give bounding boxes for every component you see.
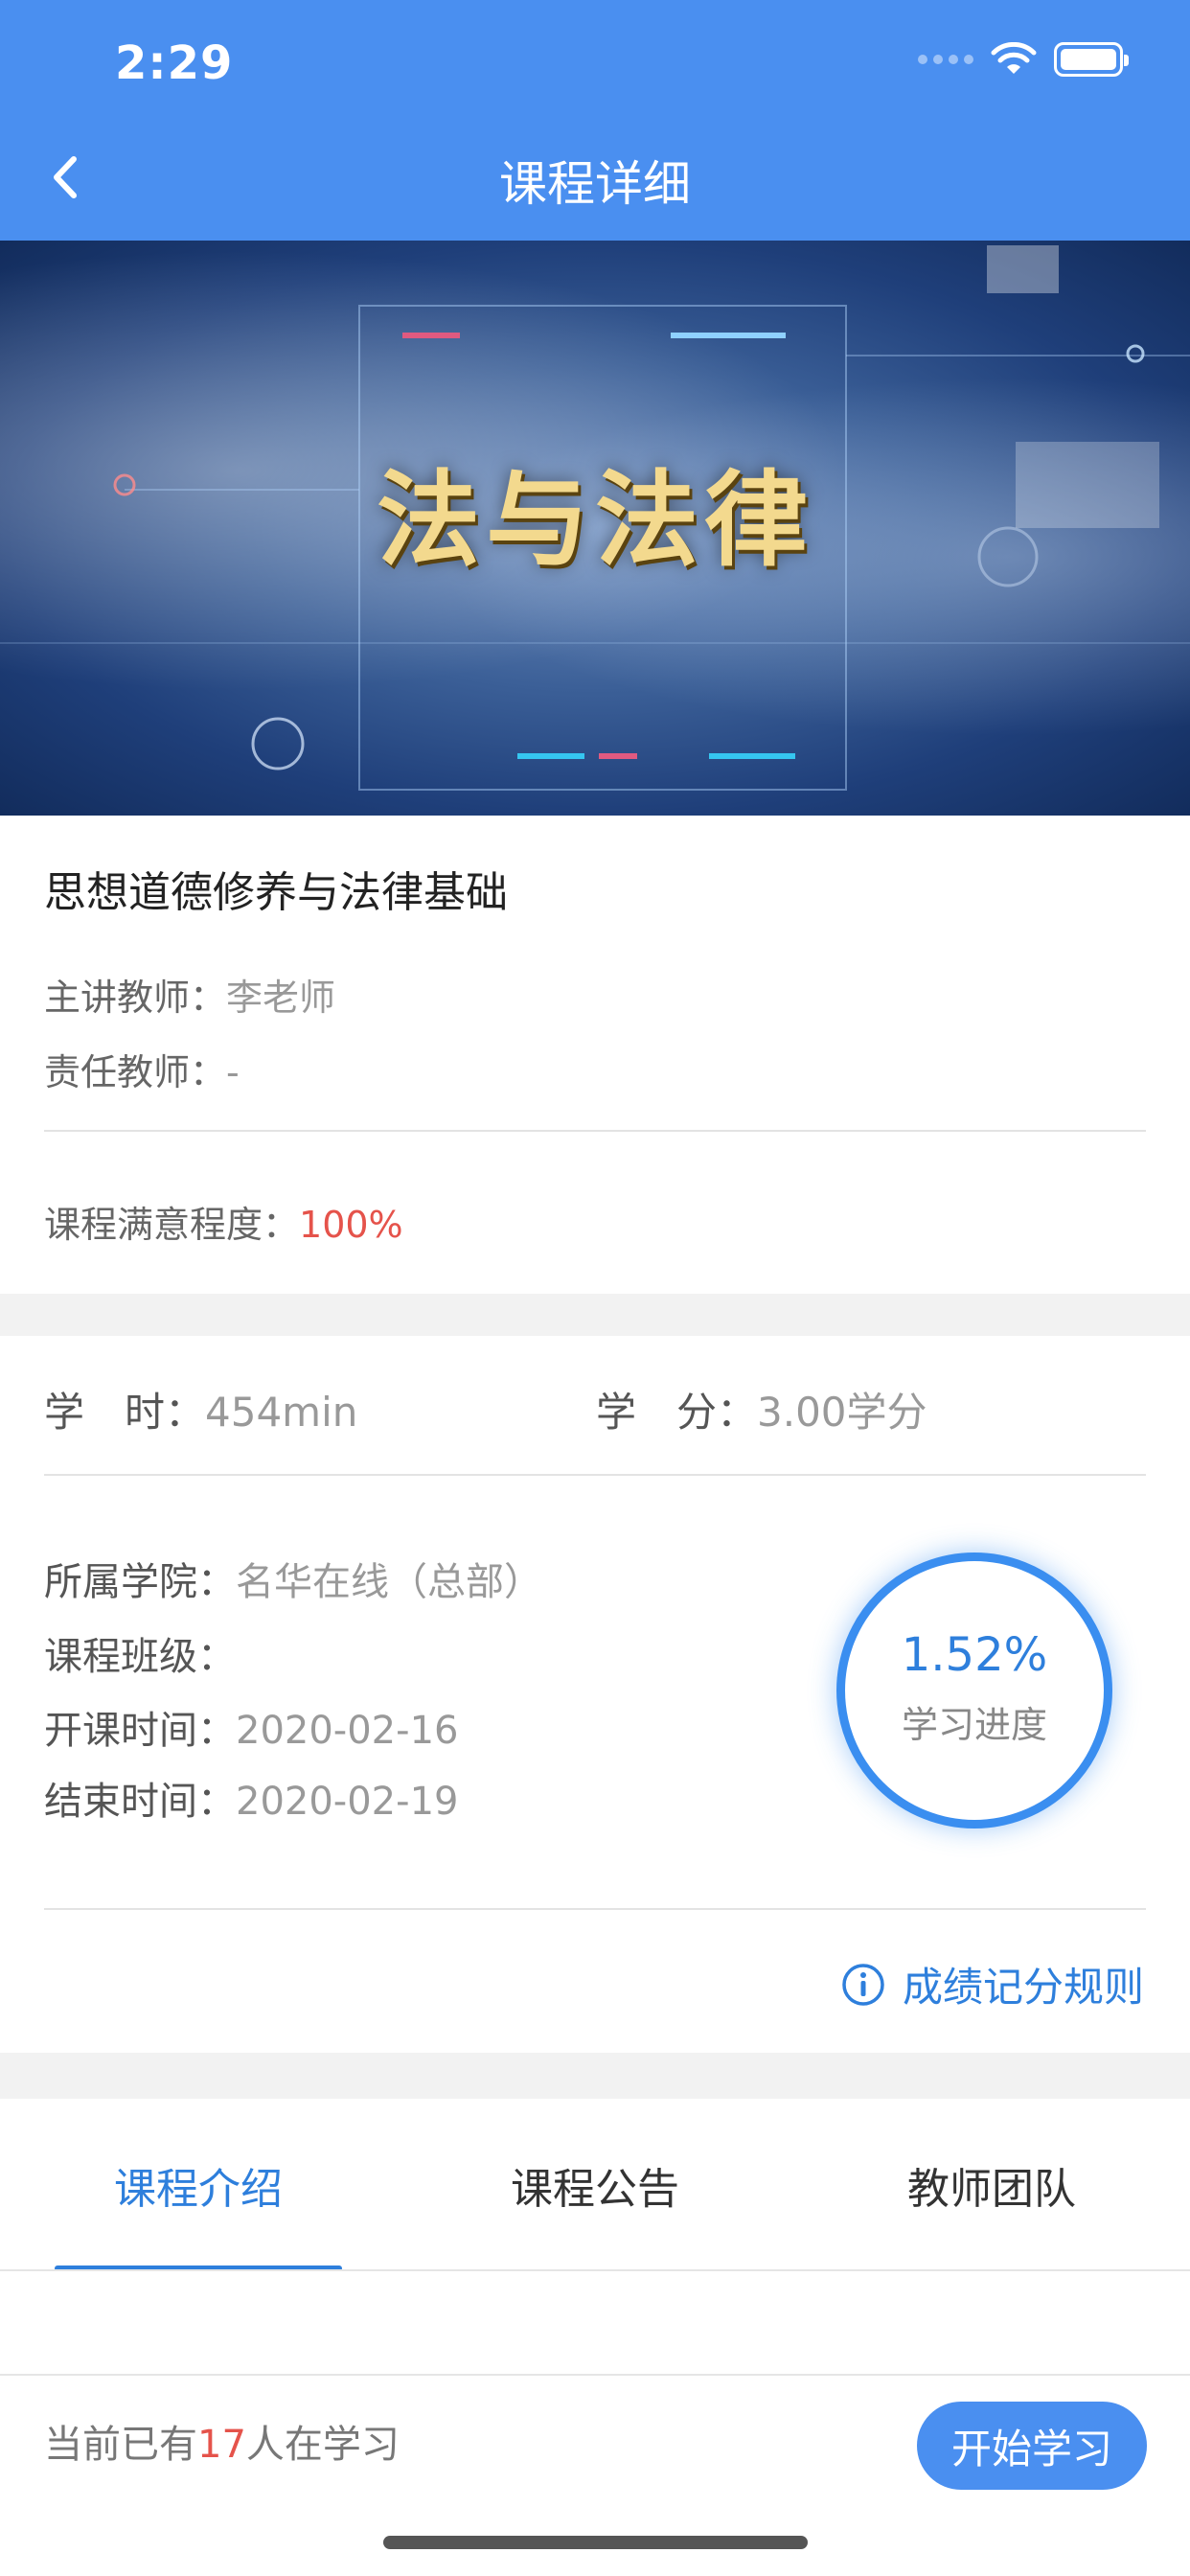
credits-value: 3.00学分	[757, 1389, 927, 1436]
divider	[44, 1130, 1146, 1132]
study-progress-value: 1.52%	[901, 1627, 1048, 1682]
course-banner-image: 法与法律	[0, 241, 1190, 816]
top-bar: 2:29 课程详细	[0, 0, 1190, 241]
grading-rule-label: 成绩记分规则	[902, 1964, 1144, 2011]
current-learners-text: 当前已有17人在学习	[44, 2413, 400, 2469]
course-tabs: 课程介绍 课程公告 教师团队	[0, 2099, 1190, 2271]
lead-teacher-label: 主讲教师：	[44, 977, 227, 1019]
battery-icon	[1054, 42, 1129, 77]
tab-course-announcements[interactable]: 课程公告	[397, 2099, 793, 2271]
responsible-teacher-row: 责任教师：-	[44, 1043, 240, 1095]
wifi-icon	[991, 42, 1037, 74]
page-title: 课程详细	[499, 156, 691, 212]
hours-value: 454min	[205, 1389, 358, 1436]
end-date-value: 2020-02-19	[236, 1780, 459, 1824]
cellular-signal-icon	[918, 55, 973, 64]
learners-count: 17	[197, 2423, 246, 2467]
bottom-bar-divider	[0, 2374, 1190, 2376]
satisfaction-label: 课程满意程度：	[44, 1204, 300, 1246]
course-name: 思想道德修养与法律基础	[44, 868, 508, 917]
section-separator	[0, 1294, 1190, 1336]
class-label: 课程班级：	[44, 1635, 236, 1679]
grading-rule-link[interactable]: 成绩记分规则	[841, 1955, 1144, 2013]
responsible-teacher-value: -	[226, 1051, 240, 1093]
tab-course-intro[interactable]: 课程介绍	[0, 2099, 397, 2271]
tabs-divider	[0, 2269, 1190, 2271]
satisfaction-value: 100%	[299, 1204, 403, 1246]
start-learning-button[interactable]: 开始学习	[917, 2402, 1147, 2490]
divider	[44, 1908, 1146, 1910]
start-date-row: 开课时间：2020-02-16	[44, 1699, 458, 1755]
status-time: 2:29	[115, 36, 234, 90]
lead-teacher-row: 主讲教师：李老师	[44, 968, 335, 1021]
learners-prefix: 当前已有	[44, 2423, 197, 2467]
tab-teacher-team[interactable]: 教师团队	[793, 2099, 1190, 2271]
start-date-label: 开课时间：	[44, 1709, 236, 1753]
college-row: 所属学院：名华在线（总部）	[44, 1551, 542, 1606]
learners-suffix: 人在学习	[245, 2423, 400, 2467]
lead-teacher-value: 李老师	[226, 977, 336, 1019]
status-indicators	[918, 42, 1129, 77]
class-row: 课程班级：	[44, 1625, 236, 1681]
credits-label: 学 分：	[596, 1389, 758, 1436]
college-label: 所属学院：	[44, 1560, 236, 1604]
hours-label: 学 时：	[44, 1389, 206, 1436]
info-icon	[842, 1963, 884, 2006]
study-progress-label: 学习进度	[901, 1703, 1047, 1746]
satisfaction-row: 课程满意程度：100%	[44, 1195, 403, 1248]
college-value: 名华在线（总部）	[236, 1560, 542, 1604]
credits-row: 学 分：3.00学分	[596, 1380, 927, 1438]
home-indicator[interactable]	[383, 2536, 808, 2549]
start-date-value: 2020-02-16	[236, 1709, 459, 1753]
end-date-row: 结束时间：2020-02-19	[44, 1770, 458, 1826]
end-date-label: 结束时间：	[44, 1780, 236, 1824]
divider	[44, 1474, 1146, 1476]
hours-row: 学 时：454min	[44, 1380, 357, 1438]
responsible-teacher-label: 责任教师：	[44, 1051, 227, 1093]
study-progress-ring: 1.52% 学习进度	[836, 1552, 1112, 1828]
banner-title: 法与法律	[376, 460, 813, 581]
section-separator	[0, 2053, 1190, 2099]
